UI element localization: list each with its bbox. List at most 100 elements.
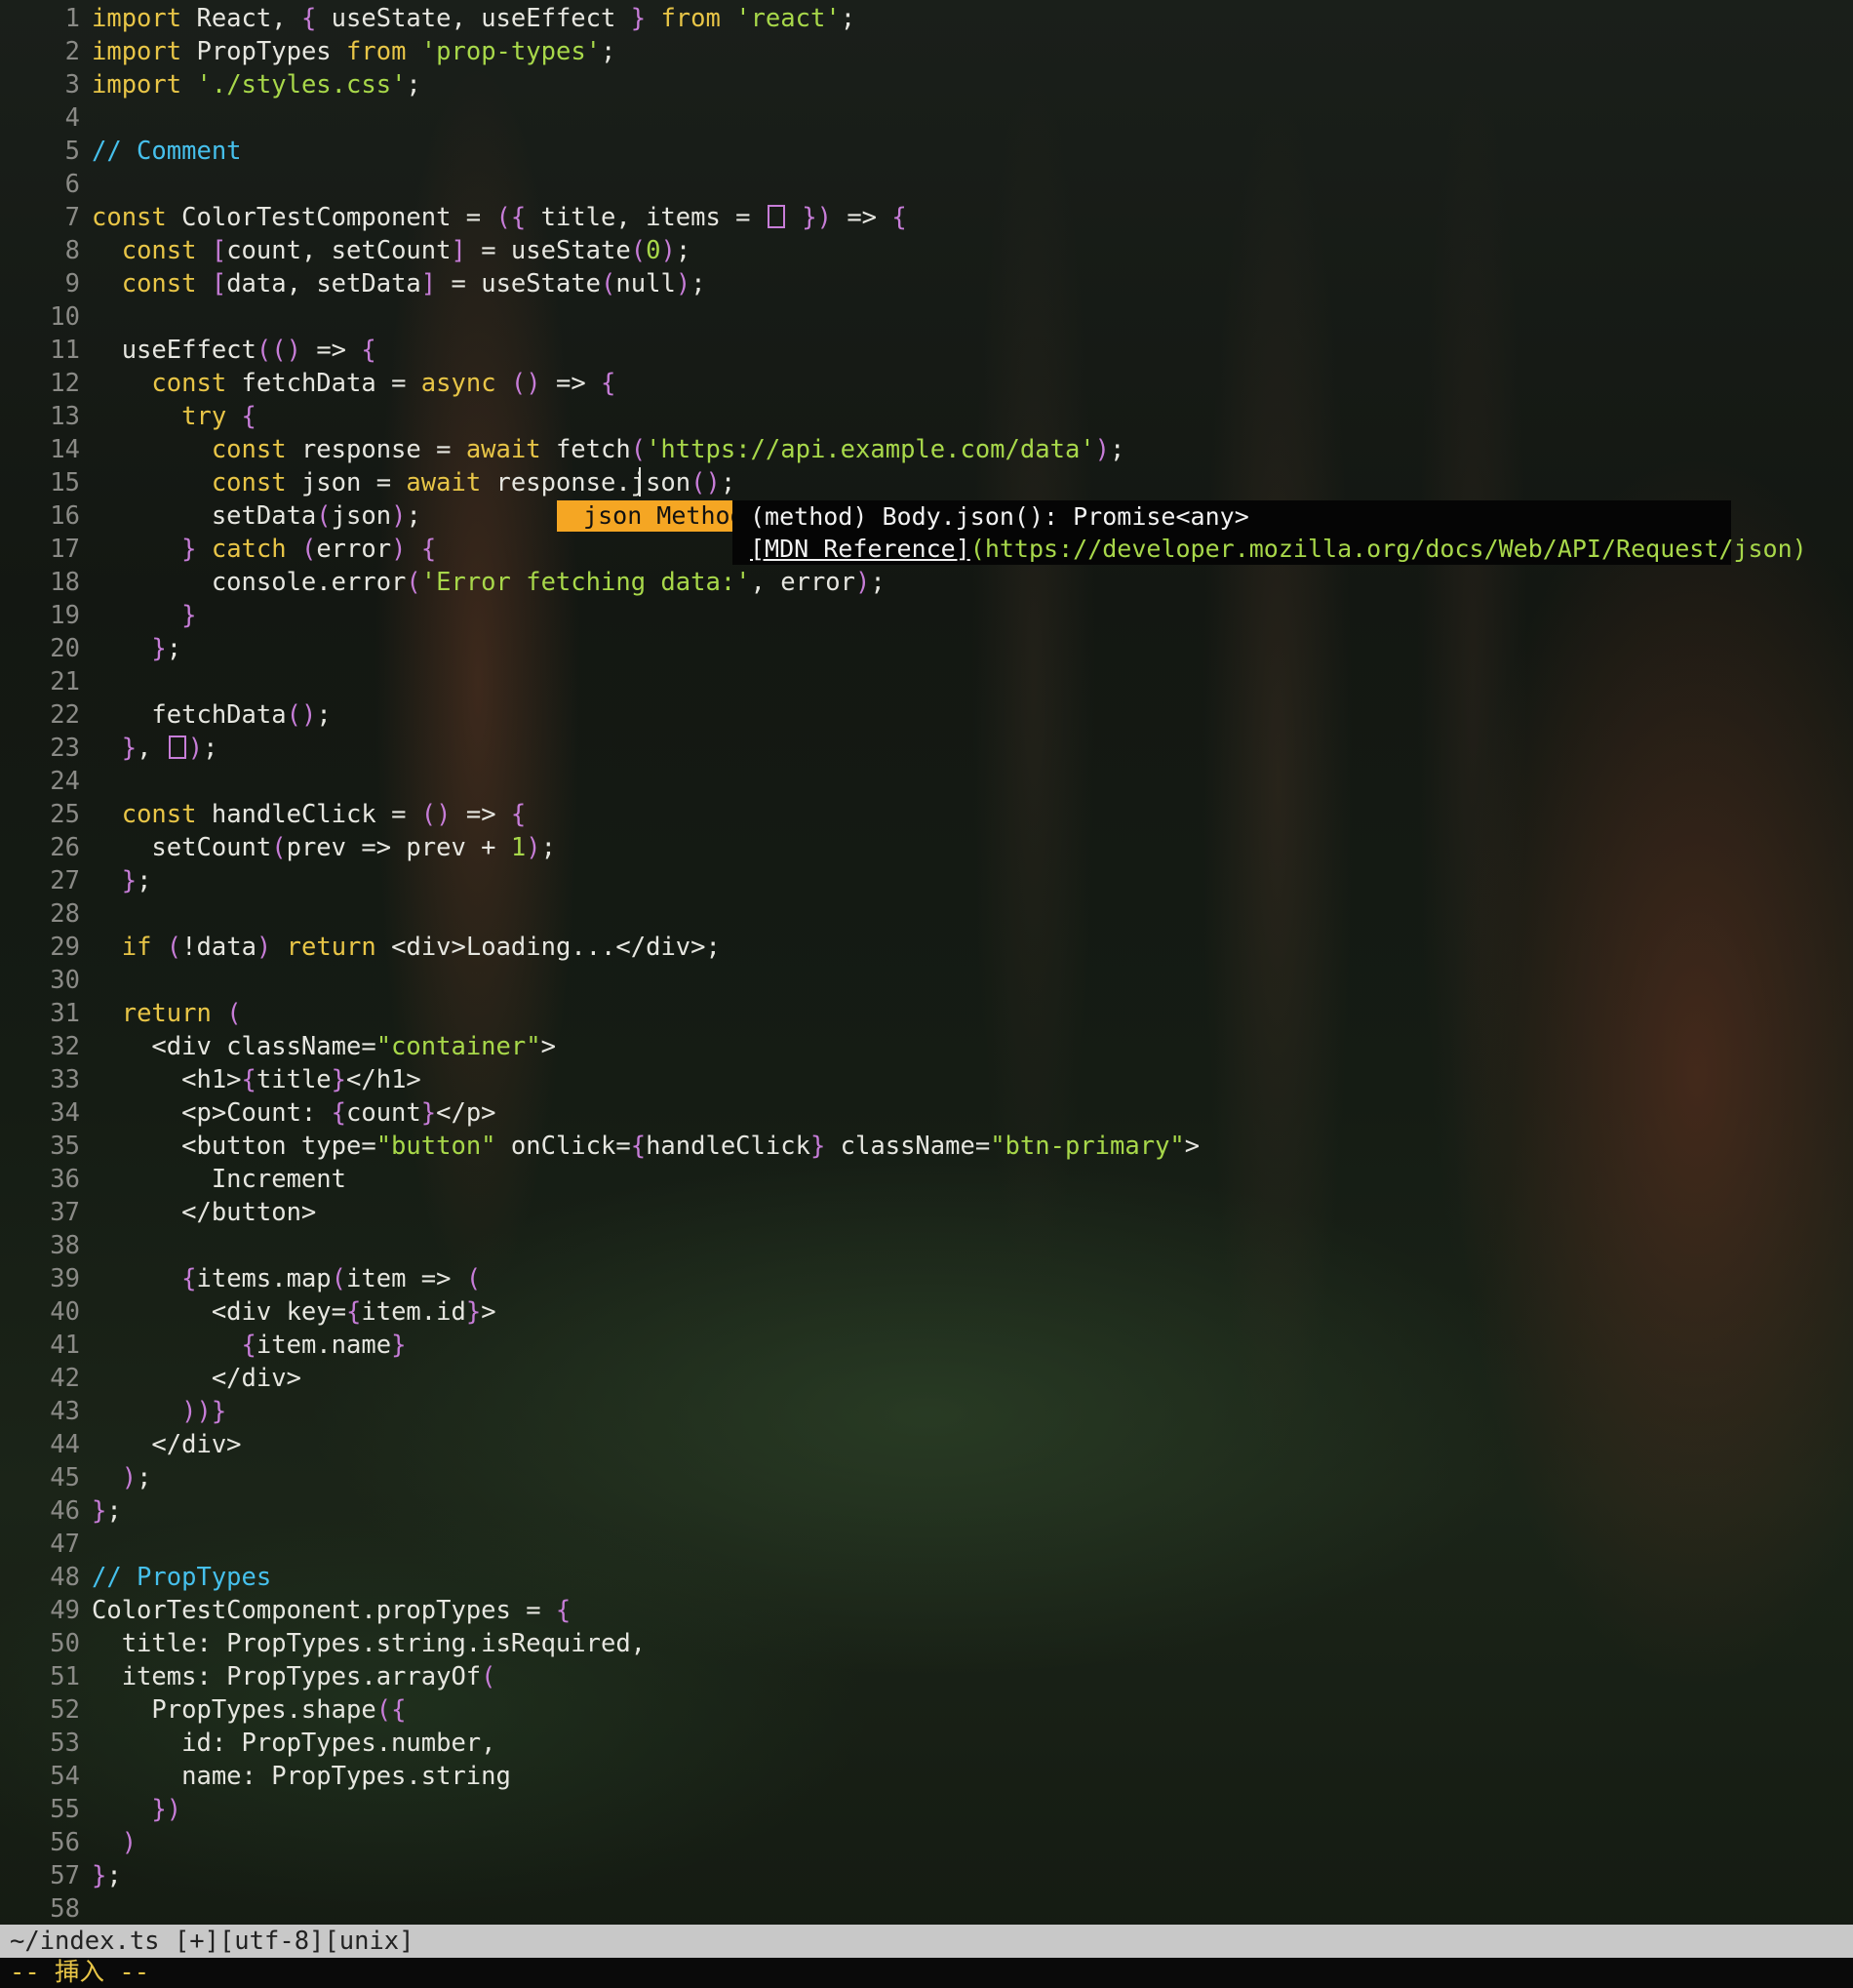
code-text[interactable]: </button>: [92, 1196, 316, 1229]
code-line[interactable]: 38: [0, 1229, 1853, 1262]
code-line[interactable]: 36 Increment: [0, 1163, 1853, 1196]
code-line[interactable]: 44 </div>: [0, 1428, 1853, 1461]
code-text[interactable]: }, );: [92, 732, 218, 765]
code-text[interactable]: );: [92, 1461, 152, 1494]
code-text[interactable]: };: [92, 632, 181, 665]
code-line[interactable]: 19 }: [0, 599, 1853, 632]
code-line[interactable]: 50 title: PropTypes.string.isRequired,: [0, 1627, 1853, 1660]
code-line[interactable]: 49 ColorTestComponent.propTypes = {: [0, 1594, 1853, 1627]
code-line[interactable]: 43 ))}: [0, 1395, 1853, 1428]
code-text[interactable]: name: PropTypes.string: [92, 1760, 511, 1793]
code-text[interactable]: import './styles.css';: [92, 68, 421, 101]
code-text[interactable]: ))}: [92, 1395, 226, 1428]
code-text[interactable]: };: [92, 1494, 122, 1528]
code-line[interactable]: 46};: [0, 1494, 1853, 1528]
code-line[interactable]: 7 const ColorTestComponent = ({ title, it…: [0, 201, 1853, 234]
code-text[interactable]: // Comment: [92, 135, 242, 168]
code-line[interactable]: 40 <div key={item.id}>: [0, 1295, 1853, 1329]
code-line[interactable]: 3 import './styles.css';: [0, 68, 1853, 101]
code-text[interactable]: <div className="container">: [92, 1030, 556, 1063]
code-line[interactable]: 13 try {: [0, 400, 1853, 433]
code-line[interactable]: 27 };: [0, 864, 1853, 897]
code-line[interactable]: 28: [0, 897, 1853, 931]
code-text[interactable]: ColorTestComponent.propTypes = {: [92, 1594, 571, 1627]
code-line[interactable]: 34 <p>Count: {count}</p>: [0, 1096, 1853, 1130]
code-line[interactable]: 37 </button>: [0, 1196, 1853, 1229]
code-text[interactable]: ): [92, 1826, 137, 1859]
code-line[interactable]: 29 if (!data) return <div>Loading...</di…: [0, 931, 1853, 964]
code-line[interactable]: 14 const response = await fetch('https:/…: [0, 433, 1853, 466]
code-line[interactable]: 39 {items.map(item => (: [0, 1262, 1853, 1295]
code-text[interactable]: };: [92, 864, 152, 897]
code-text[interactable]: // PropTypes: [92, 1561, 271, 1594]
code-line[interactable]: 42 </div>: [0, 1362, 1853, 1395]
code-text[interactable]: </div>: [92, 1428, 241, 1461]
code-line[interactable]: 4: [0, 101, 1853, 135]
code-line[interactable]: 48 // PropTypes: [0, 1561, 1853, 1594]
code-text[interactable]: {item.name}: [92, 1329, 407, 1362]
code-text[interactable]: setData(json);: [92, 499, 421, 533]
code-line[interactable]: 23 }, );: [0, 732, 1853, 765]
code-text[interactable]: <h1>{title}</h1>: [92, 1063, 421, 1096]
code-line[interactable]: 58: [0, 1892, 1853, 1926]
code-line[interactable]: 15 const json = await response.json();: [0, 466, 1853, 499]
code-line[interactable]: 41 {item.name}: [0, 1329, 1853, 1362]
code-line[interactable]: 5 // Comment: [0, 135, 1853, 168]
code-text[interactable]: Increment: [92, 1163, 346, 1196]
code-line[interactable]: 24: [0, 765, 1853, 798]
code-text[interactable]: const fetchData = async () => {: [92, 367, 615, 400]
code-text[interactable]: </div>: [92, 1362, 301, 1395]
code-line[interactable]: 45 );: [0, 1461, 1853, 1494]
code-line[interactable]: 25 const handleClick = () => {: [0, 798, 1853, 831]
code-line[interactable]: 54 name: PropTypes.string: [0, 1760, 1853, 1793]
code-line[interactable]: 52 PropTypes.shape({: [0, 1693, 1853, 1727]
mdn-reference-label[interactable]: [MDN Reference]: [750, 535, 970, 563]
code-text[interactable]: const [data, setData] = useState(null);: [92, 267, 706, 300]
code-line[interactable]: 6: [0, 168, 1853, 201]
code-text[interactable]: title: PropTypes.string.isRequired,: [92, 1627, 646, 1660]
code-text[interactable]: const [count, setCount] = useState(0);: [92, 234, 690, 267]
code-line[interactable]: 51 items: PropTypes.arrayOf(: [0, 1660, 1853, 1693]
code-text[interactable]: } catch (error) {: [92, 533, 436, 566]
code-line[interactable]: 57};: [0, 1859, 1853, 1892]
code-text[interactable]: useEffect(() => {: [92, 334, 376, 367]
code-text[interactable]: return (: [92, 997, 242, 1030]
code-line[interactable]: 20 };: [0, 632, 1853, 665]
code-text[interactable]: fetchData();: [92, 698, 331, 732]
code-line[interactable]: 30: [0, 964, 1853, 997]
mdn-reference-url[interactable]: (https://developer.mozilla.org/docs/Web/…: [970, 535, 1807, 563]
code-line[interactable]: 11 useEffect(() => {: [0, 334, 1853, 367]
code-text[interactable]: <button type="button" onClick={handleCli…: [92, 1130, 1200, 1163]
code-text[interactable]: setCount(prev => prev + 1);: [92, 831, 556, 864]
code-line[interactable]: 32 <div className="container">: [0, 1030, 1853, 1063]
code-text[interactable]: if (!data) return <div>Loading...</div>;: [92, 931, 721, 964]
code-text[interactable]: };: [92, 1859, 122, 1892]
code-line[interactable]: 12 const fetchData = async () => {: [0, 367, 1853, 400]
code-line[interactable]: 2 import PropTypes from 'prop-types';: [0, 35, 1853, 68]
completion-item-json[interactable]: json Method: [557, 500, 745, 532]
code-line[interactable]: 18 console.error('Error fetching data:',…: [0, 566, 1853, 599]
code-line[interactable]: 9 const [data, setData] = useState(null)…: [0, 267, 1853, 300]
code-text[interactable]: <div key={item.id}>: [92, 1295, 496, 1329]
code-text[interactable]: id: PropTypes.number,: [92, 1727, 495, 1760]
code-text[interactable]: import React, { useState, useEffect } fr…: [92, 2, 855, 35]
code-text[interactable]: const handleClick = () => {: [92, 798, 527, 831]
code-text[interactable]: {items.map(item => (: [92, 1262, 481, 1295]
code-line[interactable]: 1 import React, { useState, useEffect } f…: [0, 2, 1853, 35]
code-text[interactable]: <p>Count: {count}</p>: [92, 1096, 495, 1130]
code-editor[interactable]: 1 import React, { useState, useEffect } f…: [0, 0, 1853, 1924]
code-line[interactable]: 26 setCount(prev => prev + 1);: [0, 831, 1853, 864]
code-text[interactable]: import PropTypes from 'prop-types';: [92, 35, 615, 68]
code-line[interactable]: 10: [0, 300, 1853, 334]
code-line[interactable]: 8 const [count, setCount] = useState(0);: [0, 234, 1853, 267]
code-text[interactable]: console.error('Error fetching data:', er…: [92, 566, 886, 599]
code-line[interactable]: 22 fetchData();: [0, 698, 1853, 732]
code-text[interactable]: PropTypes.shape({: [92, 1693, 406, 1727]
code-line[interactable]: 21: [0, 665, 1853, 698]
code-line[interactable]: 47: [0, 1528, 1853, 1561]
code-text[interactable]: items: PropTypes.arrayOf(: [92, 1660, 496, 1693]
code-text[interactable]: }): [92, 1793, 181, 1826]
code-text[interactable]: }: [92, 599, 196, 632]
code-text[interactable]: const ColorTestComponent = ({ title, ite…: [92, 201, 907, 234]
code-line[interactable]: 55 }): [0, 1793, 1853, 1826]
